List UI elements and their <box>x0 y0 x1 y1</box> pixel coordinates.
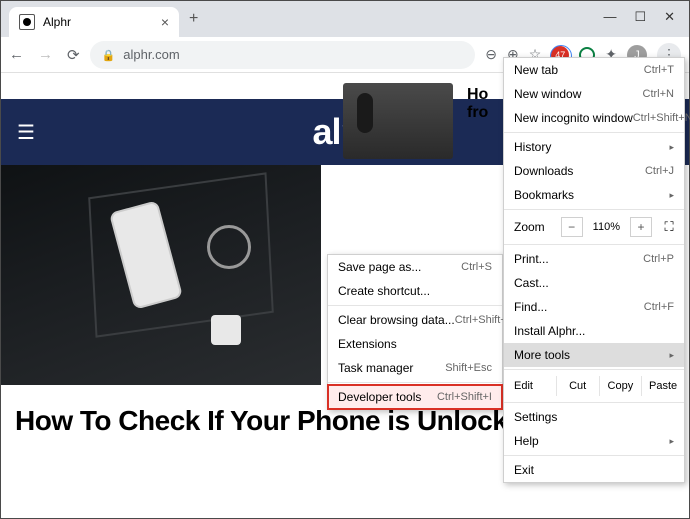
menu-settings[interactable]: Settings <box>504 405 684 429</box>
browser-tab[interactable]: Alphr × <box>9 7 179 37</box>
submenu-clear-data[interactable]: Clear browsing data...Ctrl+Shift+Del <box>328 308 502 332</box>
window-titlebar: Alphr × + — ☐ ✕ <box>1 1 689 37</box>
chevron-right-icon: ▸ <box>669 190 674 201</box>
close-icon[interactable]: ✕ <box>664 9 675 25</box>
menu-more-tools[interactable]: More tools▸ <box>504 343 684 367</box>
tab-title: Alphr <box>43 15 71 29</box>
menu-new-window[interactable]: New windowCtrl+N <box>504 82 684 106</box>
menu-zoom: Zoom − 110% + ⛶ <box>504 212 684 242</box>
menu-help[interactable]: Help▸ <box>504 429 684 453</box>
address-bar[interactable]: alphr.com <box>90 41 476 69</box>
chevron-right-icon: ▸ <box>669 350 674 361</box>
chrome-menu: New tabCtrl+T New windowCtrl+N New incog… <box>503 57 685 483</box>
zoom-value: 110% <box>593 221 620 233</box>
cut-button[interactable]: Cut <box>557 376 600 396</box>
submenu-task-manager[interactable]: Task managerShift+Esc <box>328 356 502 380</box>
menu-history[interactable]: History▸ <box>504 135 684 159</box>
maximize-icon[interactable]: ☐ <box>634 9 646 25</box>
forward-icon: → <box>38 46 53 64</box>
submenu-developer-tools[interactable]: Developer toolsCtrl+Shift+I <box>328 385 502 409</box>
zoom-plus-button[interactable]: + <box>630 217 652 237</box>
menu-downloads[interactable]: DownloadsCtrl+J <box>504 159 684 183</box>
menu-new-tab[interactable]: New tabCtrl+T <box>504 58 684 82</box>
submenu-save-page[interactable]: Save page as...Ctrl+S <box>328 255 502 279</box>
minimize-icon[interactable]: — <box>603 9 616 25</box>
menu-exit[interactable]: Exit <box>504 458 684 482</box>
window-controls: — ☐ ✕ <box>603 1 689 25</box>
url-text: alphr.com <box>123 47 179 62</box>
chevron-right-icon: ▸ <box>669 142 674 153</box>
menu-edit-row: Edit Cut Copy Paste <box>504 372 684 400</box>
favicon-icon <box>19 14 35 30</box>
zoom-minus-button[interactable]: − <box>561 217 583 237</box>
fullscreen-icon[interactable]: ⛶ <box>658 217 680 237</box>
close-tab-icon[interactable]: × <box>161 14 169 30</box>
copy-button[interactable]: Copy <box>600 376 643 396</box>
paste-button[interactable]: Paste <box>642 376 684 396</box>
new-tab-button[interactable]: + <box>179 10 208 28</box>
submenu-extensions[interactable]: Extensions <box>328 332 502 356</box>
reload-icon[interactable]: ⟳ <box>67 46 80 64</box>
menu-incognito[interactable]: New incognito windowCtrl+Shift+N <box>504 106 684 130</box>
more-tools-submenu: Save page as...Ctrl+S Create shortcut...… <box>327 254 503 410</box>
chevron-right-icon: ▸ <box>669 436 674 447</box>
menu-cast[interactable]: Cast... <box>504 271 684 295</box>
submenu-create-shortcut[interactable]: Create shortcut... <box>328 279 502 303</box>
menu-print[interactable]: Print...Ctrl+P <box>504 247 684 271</box>
zoom-out-toolbar-icon[interactable]: ⊖ <box>485 46 497 63</box>
hamburger-icon[interactable]: ☰ <box>17 120 35 145</box>
zoom-label: Zoom <box>514 220 555 234</box>
lock-icon <box>102 47 116 62</box>
menu-bookmarks[interactable]: Bookmarks▸ <box>504 183 684 207</box>
hero-image <box>1 165 321 385</box>
menu-find[interactable]: Find...Ctrl+F <box>504 295 684 319</box>
back-icon[interactable]: ← <box>9 46 24 64</box>
edit-label: Edit <box>504 376 557 396</box>
menu-install[interactable]: Install Alphr... <box>504 319 684 343</box>
card-thumbnail <box>343 83 453 159</box>
